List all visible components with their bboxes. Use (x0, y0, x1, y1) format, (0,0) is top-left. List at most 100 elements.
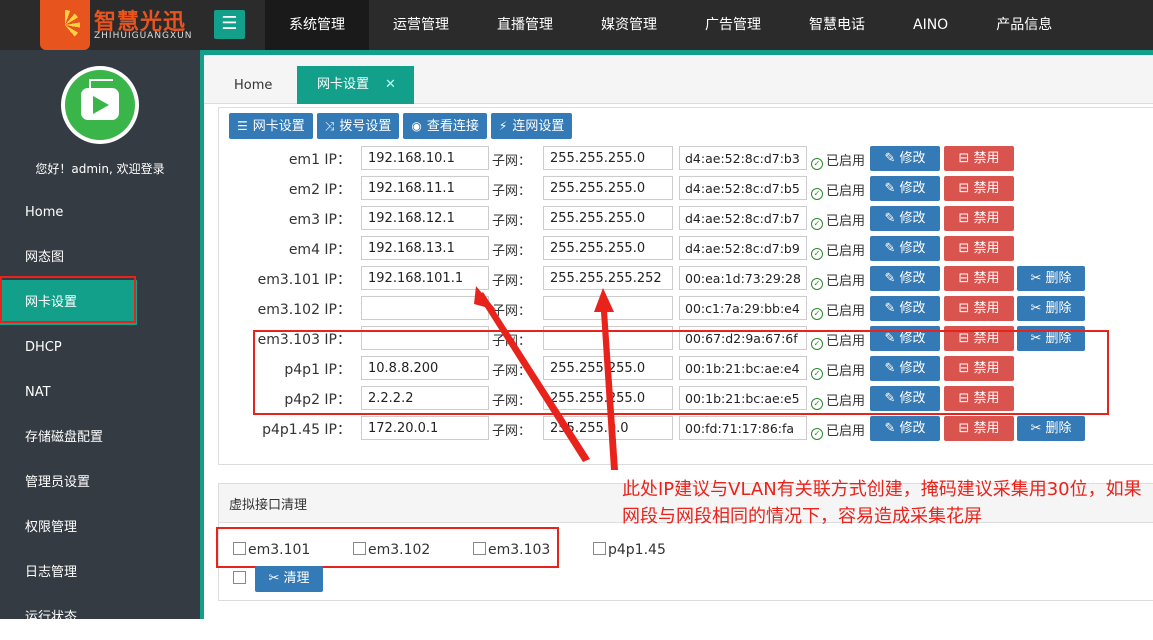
nav-operations[interactable]: 运营管理 (369, 0, 473, 50)
ip-input[interactable] (361, 296, 489, 320)
sidebar: 您好！admin, 欢迎登录 Home 网态图 网卡设置 DHCP NAT 存储… (0, 50, 200, 625)
checkbox-highlight-frame (216, 527, 559, 568)
disable-icon: ⊟ (958, 241, 974, 256)
subnet-label: 子网： (492, 304, 532, 319)
disable-button[interactable]: ⊟ 禁用 (944, 296, 1014, 321)
nav-live[interactable]: 直播管理 (473, 0, 577, 50)
subnet-label: 子网： (492, 154, 532, 169)
dial-settings-button[interactable]: ⤨ 拨号设置 (316, 113, 400, 139)
mac-input[interactable]: 00:fd:71:17:86:fa (679, 416, 807, 440)
ip-input[interactable]: 192.168.11.1 (361, 176, 489, 200)
network-settings-button[interactable]: ⚡ 连网设置 (490, 113, 573, 139)
delete-button[interactable]: ✂ 删除 (1017, 296, 1085, 321)
interface-row: em1 IP： 192.168.10.1 子网： 255.255.255.0 d4:ae… (219, 146, 1153, 176)
nic-settings-button[interactable]: ☰ 网卡设置 (229, 113, 313, 139)
mac-input[interactable]: d4:ae:52:8c:d7:b3 (679, 146, 807, 170)
sidebar-item-storage[interactable]: 存储磁盘配置 (0, 415, 200, 460)
eye-icon: ◉ (411, 119, 422, 133)
edit-button[interactable]: ✎ 修改 (870, 236, 940, 261)
sidebar-item-nat[interactable]: NAT (0, 370, 200, 415)
edit-icon: ✎ (884, 301, 900, 316)
ip-input[interactable]: 172.20.0.1 (361, 416, 489, 440)
status-badge: ✓ 已启用 (811, 300, 865, 320)
brand-logo[interactable]: 智慧光迅 ZHIHUIGUANGXUN (40, 0, 192, 50)
edit-button[interactable]: ✎ 修改 (870, 206, 940, 231)
nav-system[interactable]: 系统管理 (265, 0, 369, 50)
interface-row: em2 IP： 192.168.11.1 子网： 255.255.255.0 d4:ae… (219, 176, 1153, 206)
nav-ads[interactable]: 广告管理 (681, 0, 785, 50)
logo-subtitle: ZHIHUIGUANGXUN (94, 31, 193, 41)
ip-input[interactable]: 192.168.13.1 (361, 236, 489, 260)
close-icon[interactable]: ✕ (385, 66, 396, 104)
disable-button[interactable]: ⊟ 禁用 (944, 236, 1014, 261)
avatar (61, 66, 139, 144)
disable-icon: ⊟ (958, 271, 974, 286)
view-connections-button[interactable]: ◉ 查看连接 (403, 113, 487, 139)
sidebar-item-admin[interactable]: 管理员设置 (0, 460, 200, 505)
mac-input[interactable]: d4:ae:52:8c:d7:b9 (679, 236, 807, 260)
vlan-highlight-frame (253, 330, 1109, 415)
nav-phone[interactable]: 智慧电话 (785, 0, 889, 50)
edit-button[interactable]: ✎ 修改 (870, 176, 940, 201)
disable-button[interactable]: ⊟ 禁用 (944, 176, 1014, 201)
nav-aino[interactable]: AINO (889, 0, 972, 50)
subnet-label: 子网： (492, 274, 532, 289)
interface-row: em4 IP： 192.168.13.1 子网： 255.255.255.0 d4:ae… (219, 236, 1153, 266)
edit-button[interactable]: ✎ 修改 (870, 146, 940, 171)
edit-button[interactable]: ✎ 修改 (870, 266, 940, 291)
clear-button[interactable]: ✂ 清理 (255, 566, 323, 592)
scissors-icon: ✂ (1030, 421, 1046, 436)
sidebar-item-logs[interactable]: 日志管理 (0, 550, 200, 595)
disable-icon: ⊟ (958, 421, 974, 436)
sidebar-item-home[interactable]: Home (0, 190, 200, 235)
mac-input[interactable]: d4:ae:52:8c:d7:b5 (679, 176, 807, 200)
nav-media[interactable]: 媒资管理 (577, 0, 681, 50)
checkbox-item[interactable]: p4p1.45 (593, 542, 666, 558)
tab-label: 网卡设置 (317, 77, 370, 92)
interface-row: em3.102 IP： 子网： 00:c1:7a:29:bb:e4 ✓ 已启用 ✎ 修改 ⊟… (219, 296, 1153, 326)
edit-icon: ✎ (884, 421, 900, 436)
toolbar: ☰ 网卡设置 ⤨ 拨号设置 ◉ 查看连接 ⚡ 连网设置 (229, 113, 573, 139)
tab-nic-settings[interactable]: 网卡设置 ✕ (297, 66, 414, 104)
nav-product[interactable]: 产品信息 (972, 0, 1076, 50)
disable-button[interactable]: ⊟ 禁用 (944, 146, 1014, 171)
mac-input[interactable]: 00:ea:1d:73:29:28 (679, 266, 807, 290)
menu-toggle-button[interactable]: ☰ (214, 10, 245, 39)
subnet-mask-input[interactable]: 255.255.0.0 (543, 416, 673, 440)
ip-input[interactable]: 192.168.10.1 (361, 146, 489, 170)
disable-button[interactable]: ⊟ 禁用 (944, 416, 1014, 441)
interface-label: em3.102 IP： (257, 302, 351, 318)
tab-home[interactable]: Home (234, 68, 272, 104)
delete-button[interactable]: ✂ 删除 (1017, 416, 1085, 441)
annotation-text: 此处IP建议与VLAN有关联方式创建，掩码建议采集用30位，如果网段与网段相同的… (622, 479, 1142, 527)
disable-button[interactable]: ⊟ 禁用 (944, 206, 1014, 231)
ip-input[interactable]: 192.168.101.1 (361, 266, 489, 290)
sidebar-item-network-map[interactable]: 网态图 (0, 235, 200, 280)
mac-input[interactable]: 00:c1:7a:29:bb:e4 (679, 296, 807, 320)
delete-button[interactable]: ✂ 删除 (1017, 266, 1085, 291)
interface-label: em3 IP： (288, 212, 351, 228)
check-circle-icon: ✓ (811, 188, 823, 200)
status-badge: ✓ 已启用 (811, 420, 865, 440)
checkbox[interactable] (593, 542, 606, 555)
sidebar-item-status[interactable]: 运行状态 (0, 595, 200, 640)
sidebar-item-permissions[interactable]: 权限管理 (0, 505, 200, 550)
disable-button[interactable]: ⊟ 禁用 (944, 266, 1014, 291)
highlight-frame (0, 276, 136, 323)
ip-input[interactable]: 192.168.12.1 (361, 206, 489, 230)
subnet-mask-input[interactable]: 255.255.255.0 (543, 176, 673, 200)
status-badge: ✓ 已启用 (811, 150, 865, 170)
subnet-mask-input[interactable]: 255.255.255.0 (543, 236, 673, 260)
subnet-mask-input[interactable]: 255.255.255.0 (543, 146, 673, 170)
edit-button[interactable]: ✎ 修改 (870, 296, 940, 321)
tab-bar: Home 网卡设置 ✕ (204, 55, 1153, 104)
subnet-mask-input[interactable] (543, 296, 673, 320)
mac-input[interactable]: d4:ae:52:8c:d7:b7 (679, 206, 807, 230)
select-all-checkbox[interactable] (233, 571, 246, 584)
sidebar-item-dhcp[interactable]: DHCP (0, 325, 200, 370)
check-circle-icon: ✓ (811, 428, 823, 440)
subnet-mask-input[interactable]: 255.255.255.252 (543, 266, 673, 290)
subnet-mask-input[interactable]: 255.255.255.0 (543, 206, 673, 230)
edit-button[interactable]: ✎ 修改 (870, 416, 940, 441)
check-circle-icon: ✓ (811, 158, 823, 170)
